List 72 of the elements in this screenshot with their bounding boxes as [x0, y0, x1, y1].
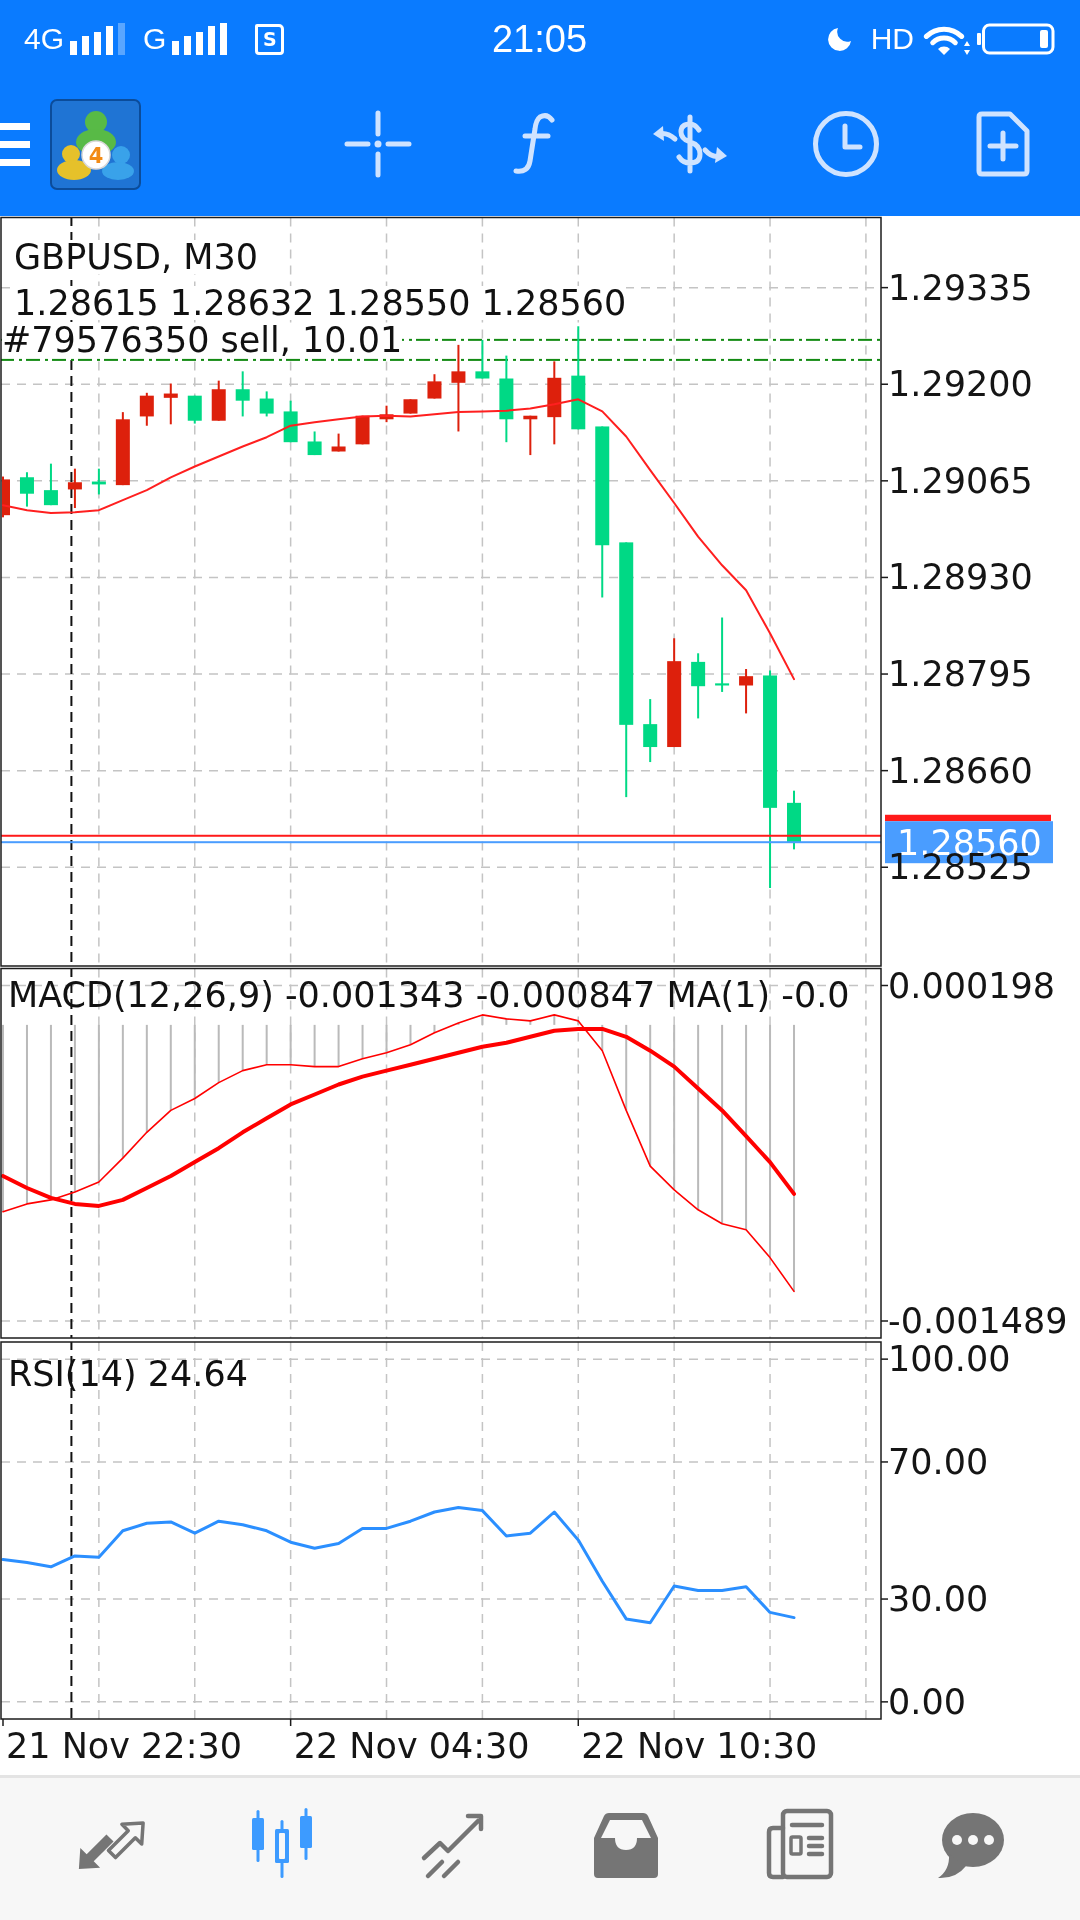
- network-type-label: G: [143, 22, 167, 56]
- status-time: 21:05: [491, 18, 588, 60]
- axis-label: 100.00: [888, 1340, 1011, 1380]
- candlestick: [67, 468, 82, 509]
- notification-badge: S: [255, 23, 285, 55]
- symbol-timeframe-label: GBPUSD, M30: [14, 240, 258, 274]
- histogram-bar: [217, 1024, 220, 1083]
- price-axis-label: 1.29335: [888, 267, 1033, 308]
- order-label: #79576350 sell, 10.01: [2, 322, 403, 357]
- candlestick: [235, 371, 250, 417]
- histogram-bar: [313, 1024, 316, 1067]
- price-axis-label: 1.28660: [888, 750, 1033, 791]
- histogram-bar: [601, 1024, 604, 1051]
- histogram-bar: [433, 1024, 436, 1033]
- clock-icon[interactable]: [812, 110, 880, 178]
- histogram-bar: [457, 1022, 460, 1025]
- histogram-bar: [361, 1024, 364, 1059]
- moon-icon: [827, 27, 852, 51]
- candlestick: [283, 400, 298, 443]
- candlestick: [523, 415, 538, 456]
- histogram-bar: [241, 1024, 244, 1071]
- candlestick: [139, 392, 154, 426]
- candlestick: [163, 383, 178, 425]
- network-type-label: 4G: [24, 22, 65, 56]
- function-icon[interactable]: [512, 111, 556, 177]
- candlestick: [355, 415, 370, 445]
- histogram-bar: [265, 1024, 268, 1065]
- candlestick: [2, 476, 10, 518]
- price-axis-label: 1.29200: [888, 364, 1033, 405]
- candlestick: [211, 380, 226, 421]
- histogram-bar: [553, 1014, 556, 1025]
- axis-label: -0.001489: [888, 1301, 1068, 1340]
- candlestick: [475, 339, 490, 379]
- app-logo: 4: [50, 98, 141, 190]
- candlestick: [331, 433, 346, 452]
- price-axis-label: 1.28930: [888, 557, 1033, 598]
- candlestick: [739, 669, 754, 714]
- axis-label: 30.00: [888, 1579, 989, 1620]
- candlestick: [691, 653, 706, 719]
- histogram-bar: [337, 1024, 340, 1067]
- axis-label: 0.00: [888, 1681, 966, 1722]
- candlestick: [43, 463, 58, 506]
- histogram-bar: [505, 1018, 508, 1025]
- candlestick: [91, 468, 106, 495]
- macd-label: MACD(12,26,9) -0.001343 -0.000847 MA(1) -0.0: [8, 980, 850, 1010]
- rsi-label: RSI(14) 24.64: [8, 1357, 249, 1391]
- histogram-bar: [409, 1024, 412, 1045]
- candlestick: [259, 391, 274, 417]
- price-axis-label: 1.28795: [888, 654, 1033, 695]
- histogram-bar: [529, 1020, 532, 1025]
- signal-strength-icon: [70, 23, 126, 55]
- candlestick: [403, 399, 418, 414]
- crosshair-icon[interactable]: [344, 110, 412, 178]
- time-axis-label: 21 Nov 22:30: [6, 1726, 242, 1766]
- axis-label: 0.000198: [888, 967, 1055, 1006]
- axis-label: 70.00: [888, 1441, 989, 1482]
- ohlc-values: 1.28615 1.28632 1.28550 1.28560: [14, 286, 627, 320]
- candlestick: [187, 395, 202, 424]
- time-axis-label: 22 Nov 04:30: [293, 1726, 530, 1766]
- time-axis-label: 22 Nov 10:30: [581, 1726, 818, 1766]
- candlestick: [307, 431, 322, 456]
- document-plus-icon[interactable]: [974, 111, 1030, 177]
- battery-icon: [977, 23, 1055, 55]
- candlestick: [427, 374, 442, 399]
- candlestick: [643, 699, 658, 763]
- signal-strength-icon: [172, 23, 228, 55]
- price-axis-label: 1.29065: [888, 460, 1033, 501]
- candlestick: [379, 405, 394, 423]
- hd-label: HD: [870, 22, 914, 56]
- menu-icon[interactable]: [0, 122, 30, 166]
- candlestick: [19, 472, 34, 507]
- candlestick: [787, 790, 801, 850]
